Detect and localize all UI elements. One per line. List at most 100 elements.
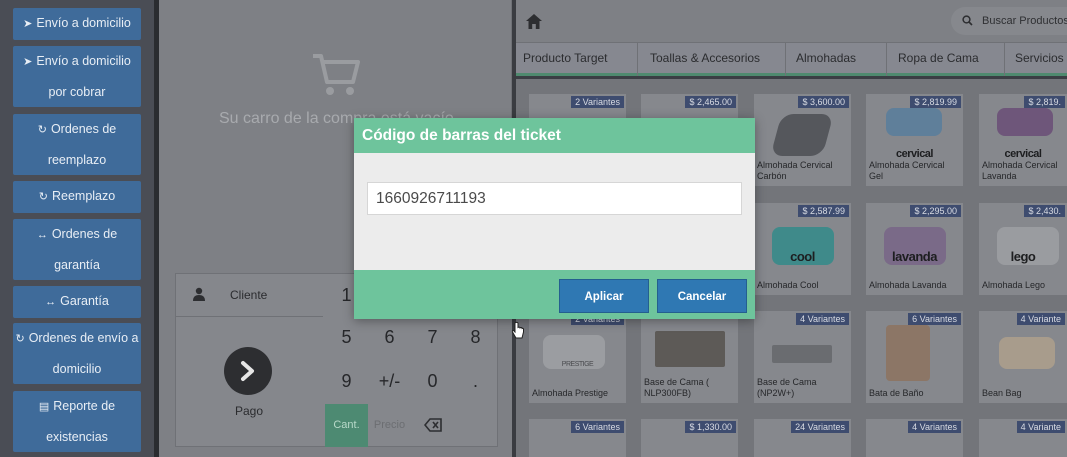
tab-separator bbox=[785, 42, 786, 76]
product-card[interactable]: 6 Variantes bbox=[529, 419, 626, 457]
key-decimal[interactable]: . bbox=[454, 365, 497, 397]
product-card[interactable]: 6 Variantes Bata de Baño bbox=[866, 311, 963, 403]
dialog-footer: Aplicar Cancelar bbox=[354, 270, 755, 319]
backspace-button[interactable] bbox=[411, 404, 454, 447]
sidebar-item-ordenes-garantia[interactable]: ↔ Ordenes de garantía bbox=[13, 219, 141, 280]
client-button[interactable]: Cliente bbox=[175, 273, 323, 317]
product-card[interactable]: $ 2,587.99 cool Almohada Cool bbox=[754, 203, 851, 295]
refresh-icon: ↻ bbox=[37, 124, 47, 136]
product-card[interactable]: 4 Variante bbox=[979, 419, 1067, 457]
sidebar: ➤ Envío a domicilio ➤ Envío a domicilio po… bbox=[0, 0, 158, 457]
product-card[interactable]: 2 Variantes PRESTIGE Almohada Prestige bbox=[529, 311, 626, 403]
sidebar-item-garantia[interactable]: ↔ Garantía bbox=[13, 286, 141, 318]
shopping-cart-icon bbox=[313, 54, 360, 95]
tab-separator bbox=[886, 42, 887, 76]
product-card[interactable]: $ 2,430. lego Almohada Lego bbox=[979, 203, 1067, 295]
tab-servicios[interactable]: Servicios bbox=[1015, 51, 1064, 65]
product-image bbox=[655, 331, 725, 367]
tab-separator bbox=[1004, 42, 1005, 76]
dialog-header: Código de barras del ticket bbox=[354, 118, 755, 153]
product-logo: cool bbox=[790, 249, 815, 264]
product-image bbox=[997, 108, 1053, 136]
key-plus-minus[interactable]: +/- bbox=[368, 365, 411, 397]
product-card[interactable]: $ 2,819. cervical Almohada Cervical Lava… bbox=[979, 94, 1067, 186]
product-name: Almohada Cervical Lavanda bbox=[982, 160, 1058, 181]
pay-button[interactable]: Pago bbox=[175, 317, 323, 447]
key-6[interactable]: 6 bbox=[368, 321, 411, 353]
tab-separator bbox=[637, 42, 638, 76]
product-name: Almohada Prestige bbox=[532, 388, 609, 398]
tab-producto-target[interactable]: Producto Target bbox=[523, 51, 608, 65]
product-card[interactable]: 4 Variantes Base de Cama (NP2W+) bbox=[754, 311, 851, 403]
refresh-icon: ↻ bbox=[15, 333, 25, 345]
price-badge: $ 1,330.00 bbox=[685, 421, 736, 433]
arrows-horizontal-icon: ↔ bbox=[36, 229, 48, 241]
price-badge: $ 2,430. bbox=[1024, 205, 1065, 217]
variant-badge: 6 Variantes bbox=[571, 421, 624, 433]
apply-button[interactable]: Aplicar bbox=[559, 279, 649, 313]
product-logo: cervical bbox=[896, 148, 933, 160]
pay-circle bbox=[224, 347, 272, 395]
product-image bbox=[772, 345, 832, 363]
product-card[interactable]: $ 1,330.00 bbox=[641, 419, 738, 457]
price-mode-button[interactable]: Precio bbox=[368, 404, 411, 447]
cancel-button[interactable]: Cancelar bbox=[657, 279, 747, 313]
variant-badge: 4 Variante bbox=[1016, 313, 1065, 325]
key-0[interactable]: 0 bbox=[411, 365, 454, 397]
sidebar-item-reemplazo[interactable]: ↻ Reemplazo bbox=[13, 181, 141, 213]
product-card[interactable]: 4 Variante Bean Bag bbox=[979, 311, 1067, 403]
sidebar-item-reporte-existencias[interactable]: ▤ Reporte de existencias bbox=[13, 391, 141, 452]
paper-plane-icon: ➤ bbox=[23, 56, 33, 68]
product-logo: PRESTIGE bbox=[561, 361, 594, 368]
price-badge: $ 3,600.00 bbox=[798, 96, 849, 108]
pay-label: Pago bbox=[235, 404, 264, 418]
product-card[interactable]: $ 2,295.00 lavanda Almohada Lavanda bbox=[866, 203, 963, 295]
product-card[interactable]: $ 2,819.99 cervical Almohada Cervical Ge… bbox=[866, 94, 963, 186]
product-card[interactable]: Base de Cama ( NLP300FB) bbox=[641, 311, 738, 403]
ticket-barcode-input[interactable] bbox=[367, 182, 742, 215]
tab-ropa-de-cama[interactable]: Ropa de Cama bbox=[898, 51, 979, 65]
key-8[interactable]: 8 bbox=[454, 321, 497, 353]
sidebar-item-envio-domicilio[interactable]: ➤ Envío a domicilio bbox=[13, 8, 141, 40]
product-card[interactable]: 4 Variantes bbox=[866, 419, 963, 457]
price-badge: $ 2,819. bbox=[1024, 96, 1065, 108]
key-9[interactable]: 9 bbox=[325, 365, 368, 397]
product-card[interactable]: 24 Variantes bbox=[754, 419, 851, 457]
product-name: Bean Bag bbox=[982, 388, 1022, 398]
variant-badge: 6 Variantes bbox=[908, 313, 961, 325]
product-logo: lego bbox=[1010, 249, 1036, 264]
home-icon[interactable] bbox=[525, 13, 543, 30]
product-name: Almohada Lego bbox=[982, 280, 1046, 290]
user-icon bbox=[193, 287, 205, 301]
product-image bbox=[999, 337, 1055, 369]
client-label: Cliente bbox=[230, 288, 268, 302]
tab-toallas-accesorios[interactable]: Toallas & Accesorios bbox=[650, 51, 760, 65]
search-icon bbox=[962, 15, 973, 26]
product-image bbox=[886, 108, 942, 136]
search-input[interactable]: Buscar Productos bbox=[951, 7, 1067, 35]
tab-almohadas[interactable]: Almohadas bbox=[796, 51, 856, 65]
sidebar-item-ordenes-reemplazo[interactable]: ↻ Ordenes de reemplazo bbox=[13, 114, 141, 175]
variant-badge: 2 Variantes bbox=[571, 96, 624, 108]
paper-plane-icon: ➤ bbox=[23, 18, 33, 30]
price-badge: $ 2,295.00 bbox=[910, 205, 961, 217]
key-7[interactable]: 7 bbox=[411, 321, 454, 353]
variant-badge: 4 Variantes bbox=[908, 421, 961, 433]
sidebar-item-envio-por-cobrar[interactable]: ➤ Envío a domicilio por cobrar bbox=[13, 46, 141, 107]
variant-badge: 4 Variante bbox=[1016, 421, 1065, 433]
product-name: Bata de Baño bbox=[869, 388, 924, 398]
product-name: Base de Cama ( NLP300FB) bbox=[644, 377, 710, 398]
quantity-mode-button[interactable]: Cant. bbox=[325, 404, 368, 447]
chevron-right-icon bbox=[241, 361, 254, 381]
price-badge: $ 2,819.99 bbox=[910, 96, 961, 108]
product-image bbox=[886, 325, 930, 381]
dialog-title: Código de barras del ticket bbox=[362, 127, 561, 144]
product-card[interactable]: $ 3,600.00 Almohada Cervical Carbón bbox=[754, 94, 851, 186]
price-badge: $ 2,587.99 bbox=[798, 205, 849, 217]
product-name: Almohada Cervical Gel bbox=[869, 160, 945, 181]
mouse-cursor-icon bbox=[511, 321, 524, 339]
key-5[interactable]: 5 bbox=[325, 321, 368, 353]
sidebar-item-ordenes-envio[interactable]: ↻ Ordenes de envío a domicilio bbox=[13, 323, 141, 384]
variant-badge: 24 Variantes bbox=[791, 421, 849, 433]
product-name: Almohada Cervical Carbón bbox=[757, 160, 833, 181]
